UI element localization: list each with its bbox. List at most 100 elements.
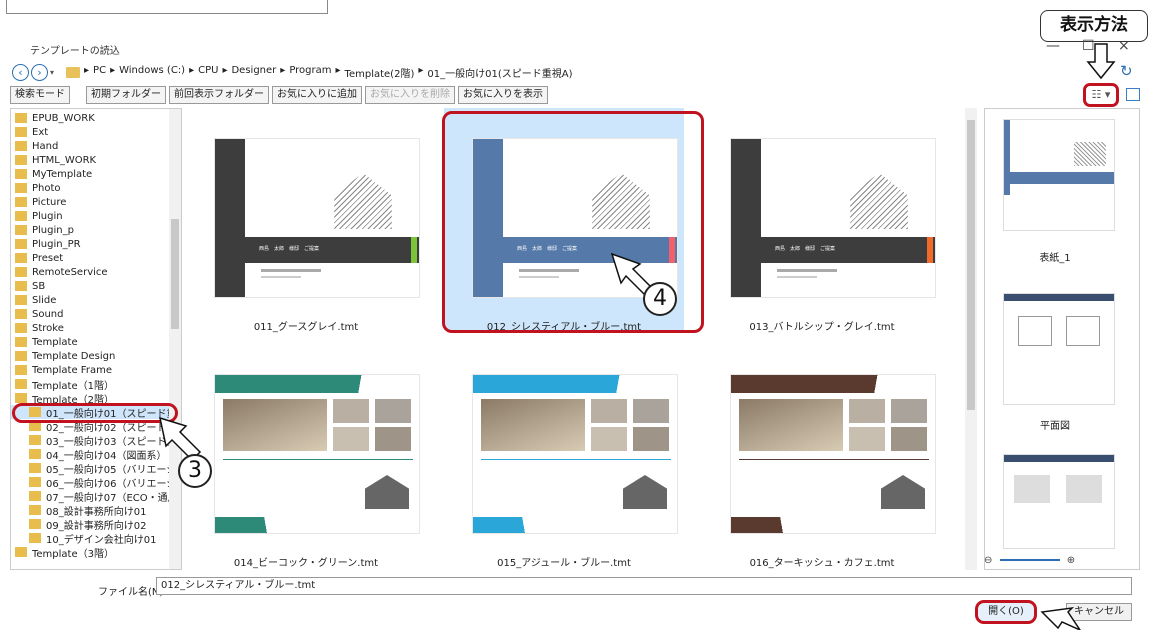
forward-arrow-icon[interactable]: ›: [31, 63, 48, 81]
tree-item[interactable]: Plugin_PR: [11, 237, 181, 251]
tree-item-label: Plugin_PR: [32, 238, 81, 250]
breadcrumb-item[interactable]: Designer: [231, 65, 276, 80]
tree-item-label: Preset: [32, 252, 64, 264]
tree-item[interactable]: Picture: [11, 195, 181, 209]
zoom-out-icon[interactable]: ⊖: [984, 555, 992, 566]
tree-item-label: Template Design: [32, 350, 116, 362]
tree-item[interactable]: 03_一般向け03（スピード重視: [11, 433, 181, 448]
folder-icon: [15, 323, 27, 333]
zoom-in-icon[interactable]: ⊕: [1067, 555, 1075, 566]
grid-scroll-thumb[interactable]: [967, 120, 975, 410]
tree-item[interactable]: 01_一般向け01（スピード重視A: [11, 405, 181, 420]
thumbnail-label: 015_アジュール・ブルー.tmt: [497, 558, 631, 569]
previous-folder-button[interactable]: 前回表示フォルダー: [169, 86, 269, 104]
tree-item[interactable]: Plugin_p: [11, 223, 181, 237]
tree-item[interactable]: Template（3階）: [11, 545, 181, 560]
breadcrumb-item[interactable]: Program: [289, 65, 331, 80]
template-thumbnail[interactable]: 016_ターキッシュ・カフェ.tmt: [702, 344, 942, 569]
tree-item[interactable]: RemoteService: [11, 265, 181, 279]
tree-item[interactable]: 09_設計事務所向け02: [11, 517, 181, 532]
tree-item-label: Template（2階）: [32, 394, 114, 406]
remove-favorite-button[interactable]: お気に入りを削除: [365, 86, 455, 104]
folder-icon: [15, 547, 27, 557]
tree-item[interactable]: Template（2階）: [11, 391, 181, 406]
breadcrumb-item[interactable]: 01_一般向け01(スピード重視A): [427, 65, 572, 80]
initial-folder-button[interactable]: 初期フォルダー: [86, 86, 166, 104]
folder-icon: [15, 225, 27, 235]
tree-item[interactable]: 10_デザイン会社向け01: [11, 531, 181, 546]
dropdown-chevron-icon[interactable]: ▾: [50, 68, 54, 77]
breadcrumb-item[interactable]: Windows (C:): [119, 65, 185, 80]
tree-item[interactable]: Sound: [11, 307, 181, 321]
tree-item[interactable]: Photo: [11, 181, 181, 195]
tree-item[interactable]: Ext: [11, 125, 181, 139]
folder-icon: [15, 113, 27, 123]
tree-item-label: Slide: [32, 294, 57, 306]
tree-item[interactable]: Template Design: [11, 349, 181, 363]
breadcrumb-item[interactable]: PC: [93, 65, 106, 80]
tree-item[interactable]: HTML_WORK: [11, 153, 181, 167]
tree-item-label: Plugin: [32, 210, 63, 222]
preview-cover-page[interactable]: [1003, 119, 1115, 231]
tree-scrollbar[interactable]: [169, 109, 181, 569]
folder-tree[interactable]: EPUB_WORK Ext Hand HTML_WORK MyTemplate Photo…: [10, 108, 182, 570]
search-mode-button[interactable]: 検索モード: [10, 86, 70, 104]
breadcrumb-separator-icon[interactable]: ▸: [189, 65, 194, 80]
thumbnail-label: 016_ターキッシュ・カフェ.tmt: [749, 558, 895, 569]
tree-item[interactable]: 06_一般向け06（バリエーション重: [11, 475, 181, 490]
add-favorite-button[interactable]: お気に入りに追加: [272, 86, 362, 104]
tree-item[interactable]: Slide: [11, 293, 181, 307]
tree-item[interactable]: Stroke: [11, 321, 181, 335]
address-bar[interactable]: ‹ › ▾ ▸ PC ▸ Windows (C:) ▸ CPU ▸ Designer ▸ Prog…: [12, 62, 1122, 82]
template-thumbnail[interactable]: 015_アジュール・ブルー.tmt: [444, 344, 684, 569]
tree-item[interactable]: 07_一般向け07（ECO・通風・日: [11, 489, 181, 504]
back-arrow-icon[interactable]: ‹: [12, 63, 29, 81]
tree-item[interactable]: Plugin: [11, 209, 181, 223]
folder-icon: [15, 169, 27, 179]
refresh-icon[interactable]: ↻: [1120, 62, 1133, 80]
tree-item[interactable]: SB: [11, 279, 181, 293]
breadcrumb-separator-icon[interactable]: ▸: [222, 65, 227, 80]
zoom-slider[interactable]: ⊖ ⊕: [984, 555, 1109, 569]
folder-icon: [15, 155, 27, 165]
tree-item-label: MyTemplate: [32, 168, 93, 180]
open-button[interactable]: 開く(O): [975, 600, 1037, 624]
tree-scroll-thumb[interactable]: [171, 219, 179, 329]
template-thumbnail[interactable]: 西島 太郎 様邸 ご提案 013_バトルシップ・グレイ.tmt: [702, 108, 942, 333]
tree-item[interactable]: 02_一般向け02（スピード重視: [11, 419, 181, 434]
breadcrumb-item[interactable]: Template(2階): [345, 65, 415, 80]
view-mode-button[interactable]: ☷ ▾: [1083, 83, 1119, 107]
cancel-button[interactable]: キャンセル: [1066, 603, 1132, 621]
tree-item[interactable]: EPUB_WORK: [11, 111, 181, 125]
tree-item[interactable]: 05_一般向け05（バリエーション重: [11, 461, 181, 476]
minimize-button[interactable]: —: [1046, 38, 1060, 54]
preview-plan-page[interactable]: [1003, 293, 1115, 405]
tree-item[interactable]: Template: [11, 335, 181, 349]
breadcrumb-separator-icon[interactable]: ▸: [418, 65, 423, 80]
tree-item[interactable]: Preset: [11, 251, 181, 265]
tree-item[interactable]: 08_設計事務所向け01: [11, 503, 181, 518]
tree-item[interactable]: 04_一般向け04（図面系）: [11, 447, 181, 462]
template-grid[interactable]: 西島 太郎 様邸 ご提案 011_グースグレイ.tmt 西島 太郎 様邸 ご提案 01…: [186, 108, 978, 570]
breadcrumb-separator-icon[interactable]: ▸: [336, 65, 341, 80]
close-button[interactable]: ×: [1118, 38, 1130, 54]
breadcrumb-separator-icon[interactable]: ▸: [280, 65, 285, 80]
show-favorites-button[interactable]: お気に入りを表示: [458, 86, 548, 104]
template-thumbnail[interactable]: 西島 太郎 様邸 ご提案 011_グースグレイ.tmt: [186, 108, 426, 333]
folder-icon: [15, 309, 27, 319]
tree-item[interactable]: Template Frame: [11, 363, 181, 377]
tree-item-label: Template: [32, 336, 78, 348]
template-thumbnail[interactable]: 014_ビーコック・グリーン.tmt: [186, 344, 426, 569]
tree-item[interactable]: Template（1階）: [11, 377, 181, 392]
filename-field[interactable]: 012_シレスティアル・ブルー.tmt: [156, 577, 1132, 595]
tree-item[interactable]: MyTemplate: [11, 167, 181, 181]
maximize-button[interactable]: ☐: [1082, 38, 1095, 54]
folder-icon: [29, 449, 41, 459]
breadcrumb-item[interactable]: CPU: [198, 65, 218, 80]
breadcrumb-separator-icon[interactable]: ▸: [84, 65, 89, 80]
preview-elevation-page[interactable]: [1003, 454, 1115, 549]
tree-item[interactable]: Hand: [11, 139, 181, 153]
breadcrumb-separator-icon[interactable]: ▸: [110, 65, 115, 80]
tree-item-label: 06_一般向け06（バリエーション重: [46, 478, 181, 490]
preview-pane-icon[interactable]: [1126, 88, 1140, 101]
